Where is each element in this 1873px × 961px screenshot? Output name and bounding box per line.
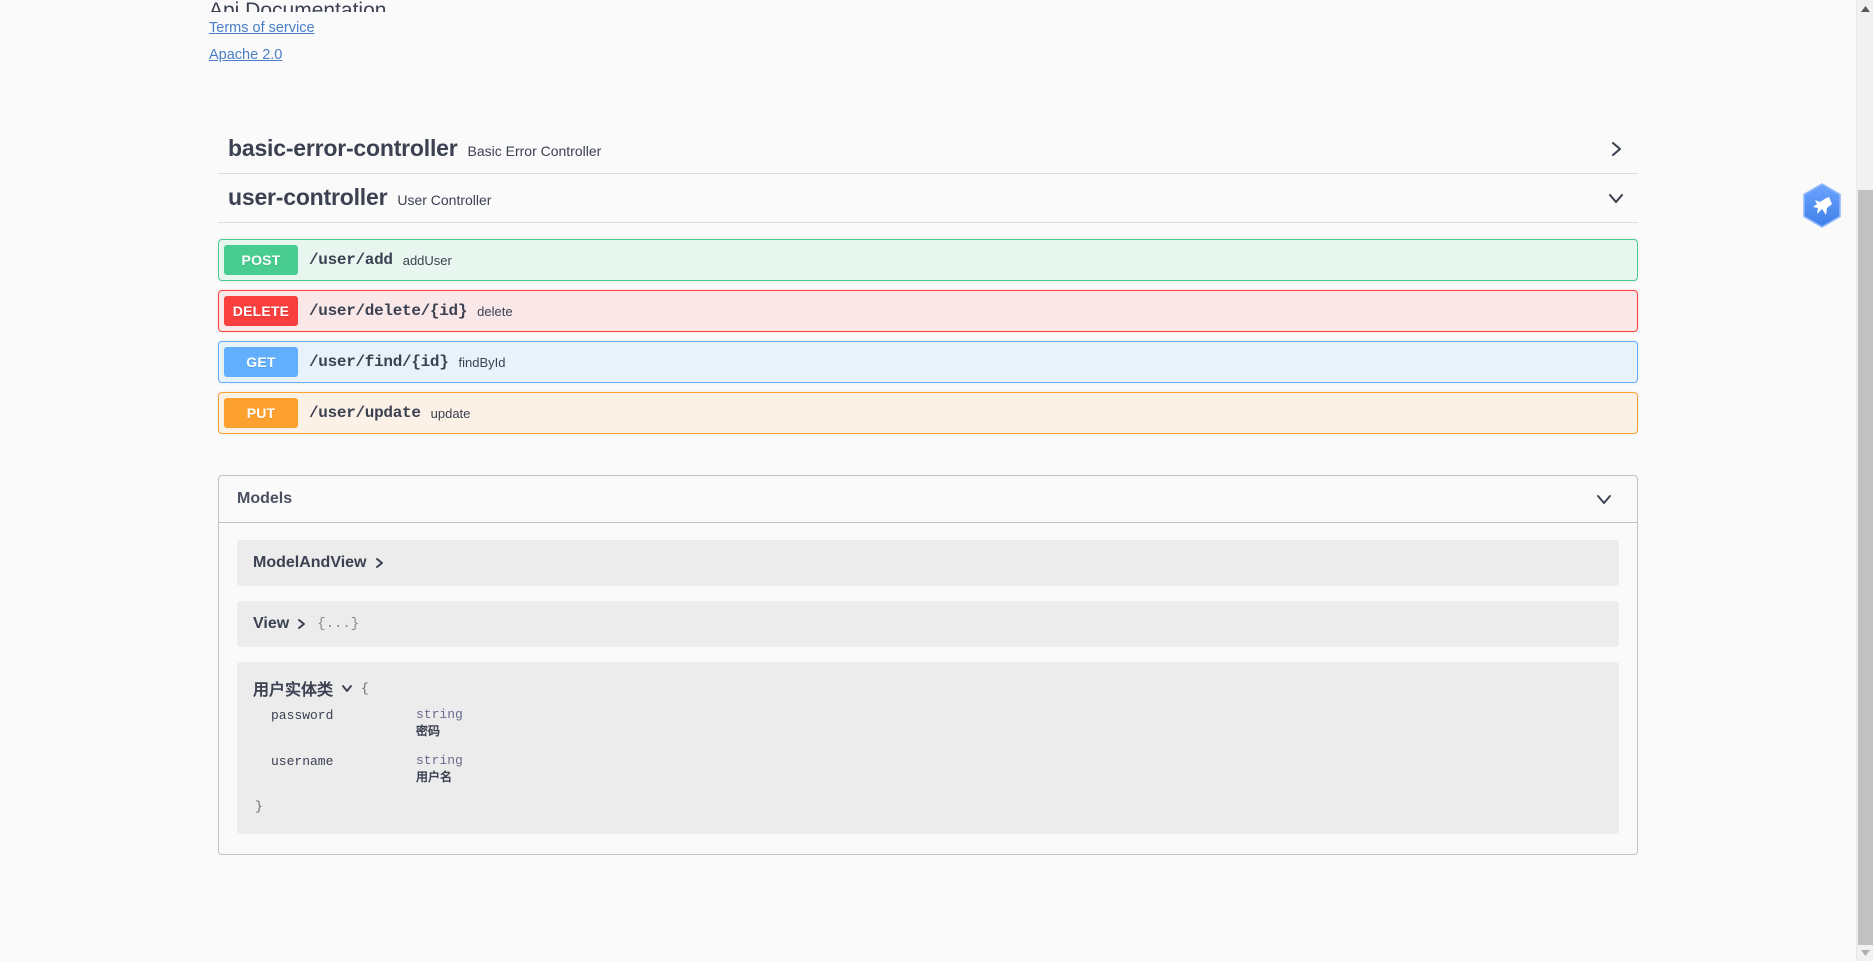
operation-summary: update — [430, 405, 471, 421]
model-header-row: View {...} — [253, 615, 1603, 633]
model-name: ModelAndView — [253, 554, 367, 571]
property-name: username — [271, 754, 334, 769]
model-collapsed-preview: {...} — [317, 616, 360, 632]
tag-name: user-controller — [228, 184, 388, 210]
api-title: Api Documentation — [209, 0, 387, 12]
model-open-brace: { — [361, 680, 369, 696]
model-card-view[interactable]: View {...} — [237, 601, 1619, 647]
property-meta: string 用户名 — [416, 753, 463, 785]
property-name: password — [271, 708, 334, 723]
chevron-right-icon[interactable] — [296, 617, 308, 631]
model-card-user-entity: 用户实体类 { password string 密码 username stri… — [237, 662, 1619, 834]
api-info-block: Api Documentation Terms of service Apach… — [208, 0, 1648, 69]
content-column: Api Documentation Terms of service Apach… — [208, 0, 1648, 855]
model-header-row[interactable]: 用户实体类 { — [253, 676, 1603, 700]
property-type: string — [416, 753, 463, 768]
operation-path: /user/find/{id} — [309, 353, 449, 371]
tag-section-user-controller: user-controller User Controller POST /us… — [208, 174, 1648, 434]
operation-summary: delete — [477, 303, 513, 319]
scrollbar-thumb[interactable] — [1858, 190, 1873, 945]
license-link[interactable]: Apache 2.0 — [208, 42, 282, 69]
operation-row-put-user-update[interactable]: PUT /user/update update — [218, 392, 1638, 434]
operation-path: /user/delete/{id} — [309, 302, 468, 320]
page-content: Api Documentation Terms of service Apach… — [0, 0, 1856, 961]
chevron-right-icon[interactable] — [374, 556, 386, 570]
property-meta: string 密码 — [416, 707, 463, 739]
tag-section-basic-error-controller: basic-error-controller Basic Error Contr… — [208, 125, 1648, 174]
tag-description: Basic Error Controller — [467, 143, 602, 159]
models-header[interactable]: Models — [219, 476, 1637, 523]
operations-list: POST /user/add addUser DELETE /user/dele… — [208, 239, 1648, 434]
model-name: View — [253, 615, 290, 632]
chevron-down-icon[interactable] — [340, 681, 354, 695]
http-method-badge: DELETE — [224, 296, 298, 326]
operation-summary: addUser — [402, 252, 452, 268]
browser-extension-badge[interactable] — [1799, 181, 1845, 231]
property-description: 密码 — [416, 724, 441, 738]
chevron-down-icon[interactable] — [1593, 488, 1615, 510]
operation-summary: findById — [458, 354, 506, 370]
model-card-modelandview[interactable]: ModelAndView — [237, 540, 1619, 586]
property-description: 用户名 — [416, 770, 453, 784]
model-header-row: ModelAndView — [253, 554, 1603, 572]
tag-header-basic-error-controller[interactable]: basic-error-controller Basic Error Contr… — [218, 125, 1638, 174]
scroll-up-arrow-icon[interactable] — [1857, 0, 1873, 17]
operation-path: /user/add — [309, 251, 393, 269]
tag-label-group: basic-error-controller Basic Error Contr… — [228, 135, 601, 162]
http-method-badge: GET — [224, 347, 298, 377]
model-property-row: username string 用户名 — [271, 753, 1603, 785]
http-method-badge: POST — [224, 245, 298, 275]
tag-header-user-controller[interactable]: user-controller User Controller — [218, 174, 1638, 223]
tag-label-group: user-controller User Controller — [228, 184, 491, 211]
chevron-down-icon[interactable] — [1606, 188, 1626, 208]
tag-name: basic-error-controller — [228, 135, 458, 161]
operation-row-post-user-add[interactable]: POST /user/add addUser — [218, 239, 1638, 281]
scroll-down-arrow-icon[interactable] — [1857, 944, 1873, 961]
model-property-row: password string 密码 — [271, 707, 1603, 739]
tag-description: User Controller — [397, 192, 492, 208]
page-scrollbar[interactable] — [1856, 0, 1873, 961]
model-properties-table: password string 密码 username string 用户名 — [271, 707, 1603, 785]
models-title: Models — [237, 490, 293, 507]
operation-row-delete-user-delete[interactable]: DELETE /user/delete/{id} delete — [218, 290, 1638, 332]
terms-of-service-link[interactable]: Terms of service — [208, 15, 315, 42]
model-name: 用户实体类 — [253, 680, 334, 699]
property-type: string — [416, 707, 463, 722]
models-body: ModelAndView View {...} 用户实体类 {password… — [219, 523, 1637, 854]
model-close-brace: } — [255, 799, 263, 814]
operation-path: /user/update — [309, 404, 421, 422]
chevron-right-icon[interactable] — [1606, 139, 1626, 159]
http-method-badge: PUT — [224, 398, 298, 428]
operation-row-get-user-find[interactable]: GET /user/find/{id} findById — [218, 341, 1638, 383]
models-panel: Models ModelAndView View {...} 用户实体类 {p… — [218, 475, 1638, 855]
swagger-ui-page: Api Documentation Terms of service Apach… — [0, 0, 1873, 961]
